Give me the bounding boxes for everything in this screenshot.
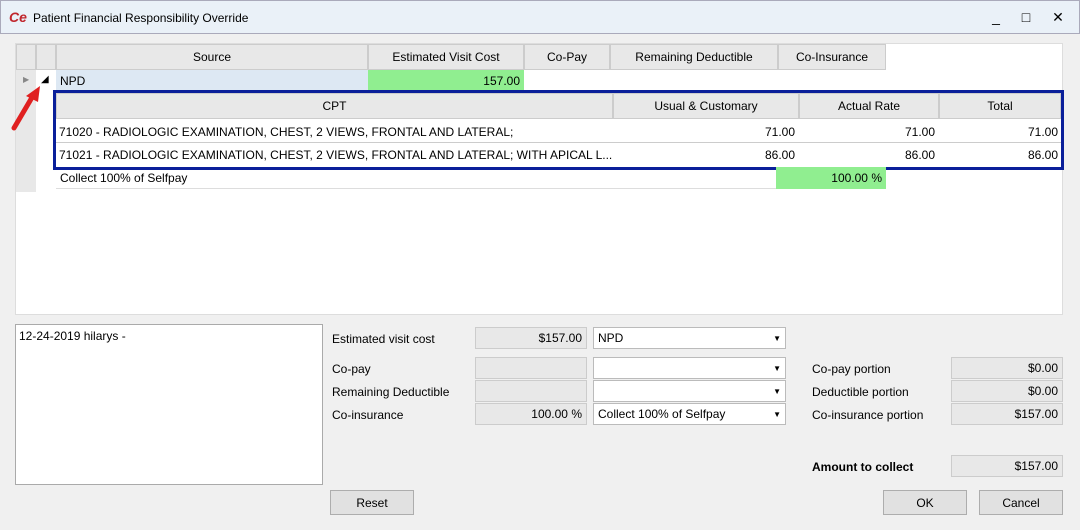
row-selector-icon: ▶	[23, 75, 29, 84]
chevron-down-icon: ▼	[773, 364, 781, 373]
red-arrow-icon	[10, 84, 44, 132]
deductible-select[interactable]: ▼	[593, 380, 786, 402]
reset-button[interactable]: Reset	[330, 490, 414, 515]
cancel-button[interactable]: Cancel	[979, 490, 1063, 515]
co-pay-field[interactable]	[475, 357, 587, 379]
close-button[interactable]: ✕	[1048, 9, 1068, 26]
select-value: Collect 100% of Selfpay	[598, 407, 725, 421]
cpt-cell: 71021 - RADIOLOGIC EXAMINATION, CHEST, 2…	[59, 148, 612, 162]
minimize-button[interactable]: _	[986, 9, 1006, 25]
chevron-down-icon: ▼	[773, 410, 781, 419]
remaining-deductible-field[interactable]	[475, 380, 587, 402]
remaining-deductible-label: Remaining Deductible	[332, 385, 449, 399]
estimated-visit-cost-label: Estimated visit cost	[332, 332, 435, 346]
usual-customary-cell: 86.00	[765, 148, 795, 162]
notes-textarea[interactable]: 12-24-2019 hilarys -	[15, 324, 323, 485]
chevron-down-icon: ▼	[773, 387, 781, 396]
coinsurance-value-cell[interactable]: 100.00 %	[776, 167, 886, 189]
col-source[interactable]: Source	[56, 44, 368, 70]
col-usual-customary[interactable]: Usual & Customary	[613, 93, 799, 119]
col-estimated-visit-cost[interactable]: Estimated Visit Cost	[368, 44, 524, 70]
co-pay-portion-field: $0.00	[951, 357, 1063, 379]
estimated-cost-cell[interactable]: 157.00	[368, 70, 524, 92]
co-insurance-field[interactable]: 100.00 %	[475, 403, 587, 425]
cpt-detail-table: CPT Usual & Customary Actual Rate Total …	[53, 90, 1064, 170]
col-remaining-deductible[interactable]: Remaining Deductible	[610, 44, 778, 70]
amount-to-collect-label: Amount to collect	[812, 460, 913, 474]
table-row[interactable]: 71020 - RADIOLOGIC EXAMINATION, CHEST, 2…	[56, 121, 1061, 143]
col-actual-rate[interactable]: Actual Rate	[799, 93, 939, 119]
col-co-pay[interactable]: Co-Pay	[524, 44, 610, 70]
co-pay-select[interactable]: ▼	[593, 357, 786, 379]
table-row[interactable]: 71021 - RADIOLOGIC EXAMINATION, CHEST, 2…	[56, 144, 1061, 166]
cpt-cell: 71020 - RADIOLOGIC EXAMINATION, CHEST, 2…	[59, 125, 513, 139]
app-logo-icon: Ce	[9, 9, 27, 25]
co-pay-portion-label: Co-pay portion	[812, 362, 891, 376]
estimated-source-select[interactable]: NPD ▼	[593, 327, 786, 349]
col-co-insurance[interactable]: Co-Insurance	[778, 44, 886, 70]
co-insurance-label: Co-insurance	[332, 408, 403, 422]
deductible-portion-label: Deductible portion	[812, 385, 909, 399]
actual-rate-cell: 71.00	[905, 125, 935, 139]
ok-button[interactable]: OK	[883, 490, 967, 515]
amount-to-collect-field: $157.00	[951, 455, 1063, 477]
actual-rate-cell: 86.00	[905, 148, 935, 162]
co-insurance-select[interactable]: Collect 100% of Selfpay ▼	[593, 403, 786, 425]
responsibility-grid: Source Estimated Visit Cost Co-Pay Remai…	[15, 43, 1063, 315]
co-pay-label: Co-pay	[332, 362, 371, 376]
total-cell: 86.00	[1028, 148, 1058, 162]
coinsurance-source-cell[interactable]: Collect 100% of Selfpay	[56, 167, 776, 189]
col-total[interactable]: Total	[939, 93, 1061, 119]
total-cell: 71.00	[1028, 125, 1058, 139]
maximize-button[interactable]: □	[1016, 9, 1036, 25]
select-value: NPD	[598, 331, 623, 345]
usual-customary-cell: 71.00	[765, 125, 795, 139]
title-bar: Ce Patient Financial Responsibility Over…	[0, 0, 1080, 34]
co-insurance-portion-field: $157.00	[951, 403, 1063, 425]
chevron-down-icon: ▼	[773, 334, 781, 343]
row-header-corner	[16, 44, 36, 70]
deductible-portion-field: $0.00	[951, 380, 1063, 402]
window-title: Patient Financial Responsibility Overrid…	[33, 11, 248, 25]
estimated-visit-cost-field[interactable]: $157.00	[475, 327, 587, 349]
expand-header	[36, 44, 56, 70]
co-insurance-portion-label: Co-insurance portion	[812, 408, 923, 422]
source-cell[interactable]: NPD	[56, 70, 368, 92]
col-cpt[interactable]: CPT	[56, 93, 613, 119]
